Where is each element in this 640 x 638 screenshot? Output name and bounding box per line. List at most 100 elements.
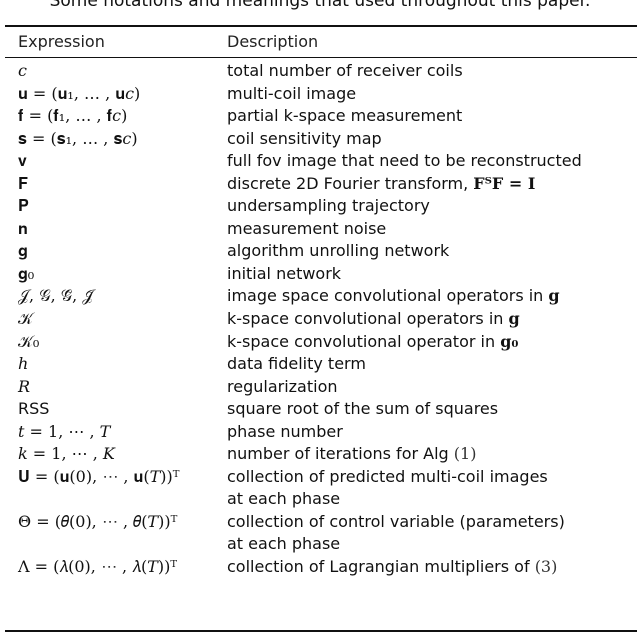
description-cell: partial k-space measurement [227, 105, 462, 127]
description-text: measurement noise [227, 218, 387, 238]
expression-cell: 𝐔 = (𝐮(0), ⋯ , 𝐮(𝑇))ᵀ [18, 466, 180, 486]
expression-cell: Θ = (𝜃(0), ⋯ , 𝜃(𝑇))ᵀ [18, 511, 178, 531]
table-row: 𝐬 = (𝐬₁, … , 𝐬𝑐) coil sensitivity map [0, 128, 640, 151]
expression-cell: 𝐬 = (𝐬₁, … , 𝐬𝑐) [18, 128, 138, 148]
equation-reference-link[interactable]: (1) [454, 444, 477, 463]
description-math: 𝐠 [548, 286, 560, 306]
description-text: at each phase [227, 489, 341, 509]
description-cell: algorithm unrolling network [227, 240, 449, 262]
description-text: collection of Lagrangian multipliers of [227, 557, 535, 577]
expression-cell: 𝐅 [18, 173, 29, 193]
expression-cell: 𝐯 [18, 151, 27, 171]
table-row: 𝐏undersampling trajectory [0, 195, 640, 218]
description-text: undersampling trajectory [227, 196, 430, 216]
description-text: full fov image that need to be reconstru… [227, 151, 582, 171]
description-cell: multi-coil image [227, 83, 356, 105]
expression-cell: 𝐧 [18, 218, 28, 238]
header-rule [5, 57, 637, 58]
table-row: at each phase [0, 533, 640, 556]
description-text: number of iterations for Alg [227, 444, 454, 464]
description-cell: square root of the sum of squares [227, 398, 498, 420]
description-text: total number of receiver coils [227, 61, 463, 80]
table-row: ℎ data fidelity term [0, 353, 640, 376]
bottom-rule [5, 630, 637, 632]
expression-cell: ℎ [18, 354, 29, 374]
expression-cell: 𝒥, 𝒢, 𝒢̃, 𝒥̃ [18, 286, 94, 306]
table-row: 𝑘 = 1, ⋯ , 𝐾 number of iterations for Alg… [0, 443, 640, 466]
table-row: 𝐔 = (𝐮(0), ⋯ , 𝐮(𝑇))ᵀ collection of predi… [0, 466, 640, 489]
top-rule [5, 25, 637, 27]
table-row: 𝐮 = (𝐮₁, … , 𝐮𝑐) multi-coil image [0, 83, 640, 106]
description-cell: k-space convolutional operator in 𝐠₀ [227, 331, 518, 353]
description-text: collection of predicted multi-coil image… [227, 466, 548, 486]
description-text: at each phase [227, 534, 341, 554]
description-text: collection of control variable (paramete… [227, 511, 565, 531]
description-cell: collection of control variable (paramete… [227, 511, 565, 533]
expression-cell: 𝑅 [18, 376, 31, 396]
table-row: RSS square root of the sum of squares [0, 398, 640, 421]
description-cell: phase number [227, 421, 343, 443]
description-text: square root of the sum of squares [227, 399, 499, 419]
description-text: multi-coil image [227, 83, 357, 103]
description-text: k-space convolutional operator in [227, 331, 501, 351]
description-cell: at each phase [227, 533, 340, 555]
expression-cell: 𝐠 [18, 241, 28, 261]
header-description: Description [227, 32, 319, 51]
description-cell: at each phase [227, 488, 340, 510]
table-row: 𝐅discrete 2D Fourier transform, 𝐅ᵀ𝐅 = 𝐈 [0, 173, 640, 196]
table-row: 𝑐 total number of receiver coils [0, 60, 640, 83]
table-row: 𝐠₀ initial network [0, 263, 640, 286]
equation-reference-link[interactable]: (3) [535, 557, 558, 576]
description-cell: collection of Lagrangian multipliers of … [227, 556, 557, 578]
description-text: algorithm unrolling network [227, 241, 450, 261]
table-row: 𝑡 = 1, ⋯ , 𝑇 phase number [0, 421, 640, 444]
table-row: 𝑅regularization [0, 376, 640, 399]
table-caption: Some notations and meanings that used th… [49, 0, 591, 11]
description-math: 𝐠 [508, 309, 520, 329]
description-cell: undersampling trajectory [227, 195, 430, 217]
description-text: image space convolutional operators in [227, 286, 549, 306]
table-row: at each phase [0, 488, 640, 511]
description-math: 𝐅ᵀ𝐅 = 𝐈 [473, 173, 536, 193]
table-row: Θ = (𝜃(0), ⋯ , 𝜃(𝑇))ᵀ collection of contr… [0, 511, 640, 534]
description-cell: full fov image that need to be reconstru… [227, 150, 582, 172]
description-cell: total number of receiver coils [227, 60, 463, 82]
description-text: coil sensitivity map [227, 128, 382, 148]
table-row: 𝒦k-space convolutional operators in 𝐠 [0, 308, 640, 331]
expression-cell: 𝒦 [18, 309, 33, 329]
expression-cell: 𝐠₀ [18, 263, 35, 283]
expression-cell: 𝑘 = 1, ⋯ , 𝐾 [18, 444, 115, 464]
description-cell: measurement noise [227, 218, 386, 240]
expression-cell: 𝐮 = (𝐮₁, … , 𝐮𝑐) [18, 83, 141, 103]
description-cell: discrete 2D Fourier transform, 𝐅ᵀ𝐅 = 𝐈 [227, 173, 535, 195]
description-text: k-space convolutional operators in [227, 309, 509, 329]
header-expression: Expression [18, 32, 105, 51]
table-row: 𝒦₀ k-space convolutional operator in 𝐠₀ [0, 331, 640, 354]
notation-table-body: 𝑐 total number of receiver coils 𝐮 = (𝐮₁, … [0, 60, 640, 579]
description-text: initial network [227, 263, 342, 283]
description-text: phase number [227, 421, 343, 441]
expression-cell: Λ = (𝜆(0), ⋯ , 𝜆(𝑇))ᵀ [18, 557, 178, 577]
description-cell: number of iterations for Alg (1) [227, 443, 476, 465]
table-row: 𝐧 measurement noise [0, 218, 640, 241]
description-cell: initial network [227, 263, 341, 285]
expression-cell: RSS [18, 399, 50, 419]
description-math: 𝐠₀ [500, 331, 519, 351]
expression-cell: 𝒦₀ [18, 331, 40, 351]
expression-cell: 𝑐 [18, 61, 27, 80]
description-text: data fidelity term [227, 354, 366, 374]
expression-cell: 𝐏 [18, 196, 29, 216]
description-cell: regularization [227, 376, 338, 398]
expression-cell: 𝐟 = (𝐟₁, … , 𝐟𝑐) [18, 106, 128, 126]
table-row: 𝐯 full fov image that need to be reconstr… [0, 150, 640, 173]
description-cell: coil sensitivity map [227, 128, 382, 150]
table-row: 𝐟 = (𝐟₁, … , 𝐟𝑐) partial k-space measurem… [0, 105, 640, 128]
expression-cell: 𝑡 = 1, ⋯ , 𝑇 [18, 421, 111, 441]
description-text: discrete 2D Fourier transform, [227, 173, 474, 193]
table-row: 𝐠 algorithm unrolling network [0, 240, 640, 263]
description-text: partial k-space measurement [227, 106, 463, 126]
table-row: Λ = (𝜆(0), ⋯ , 𝜆(𝑇))ᵀ collection of Lagra… [0, 556, 640, 579]
description-text: regularization [227, 376, 338, 396]
description-cell: image space convolutional operators in 𝐠 [227, 285, 560, 307]
description-cell: collection of predicted multi-coil image… [227, 466, 548, 488]
